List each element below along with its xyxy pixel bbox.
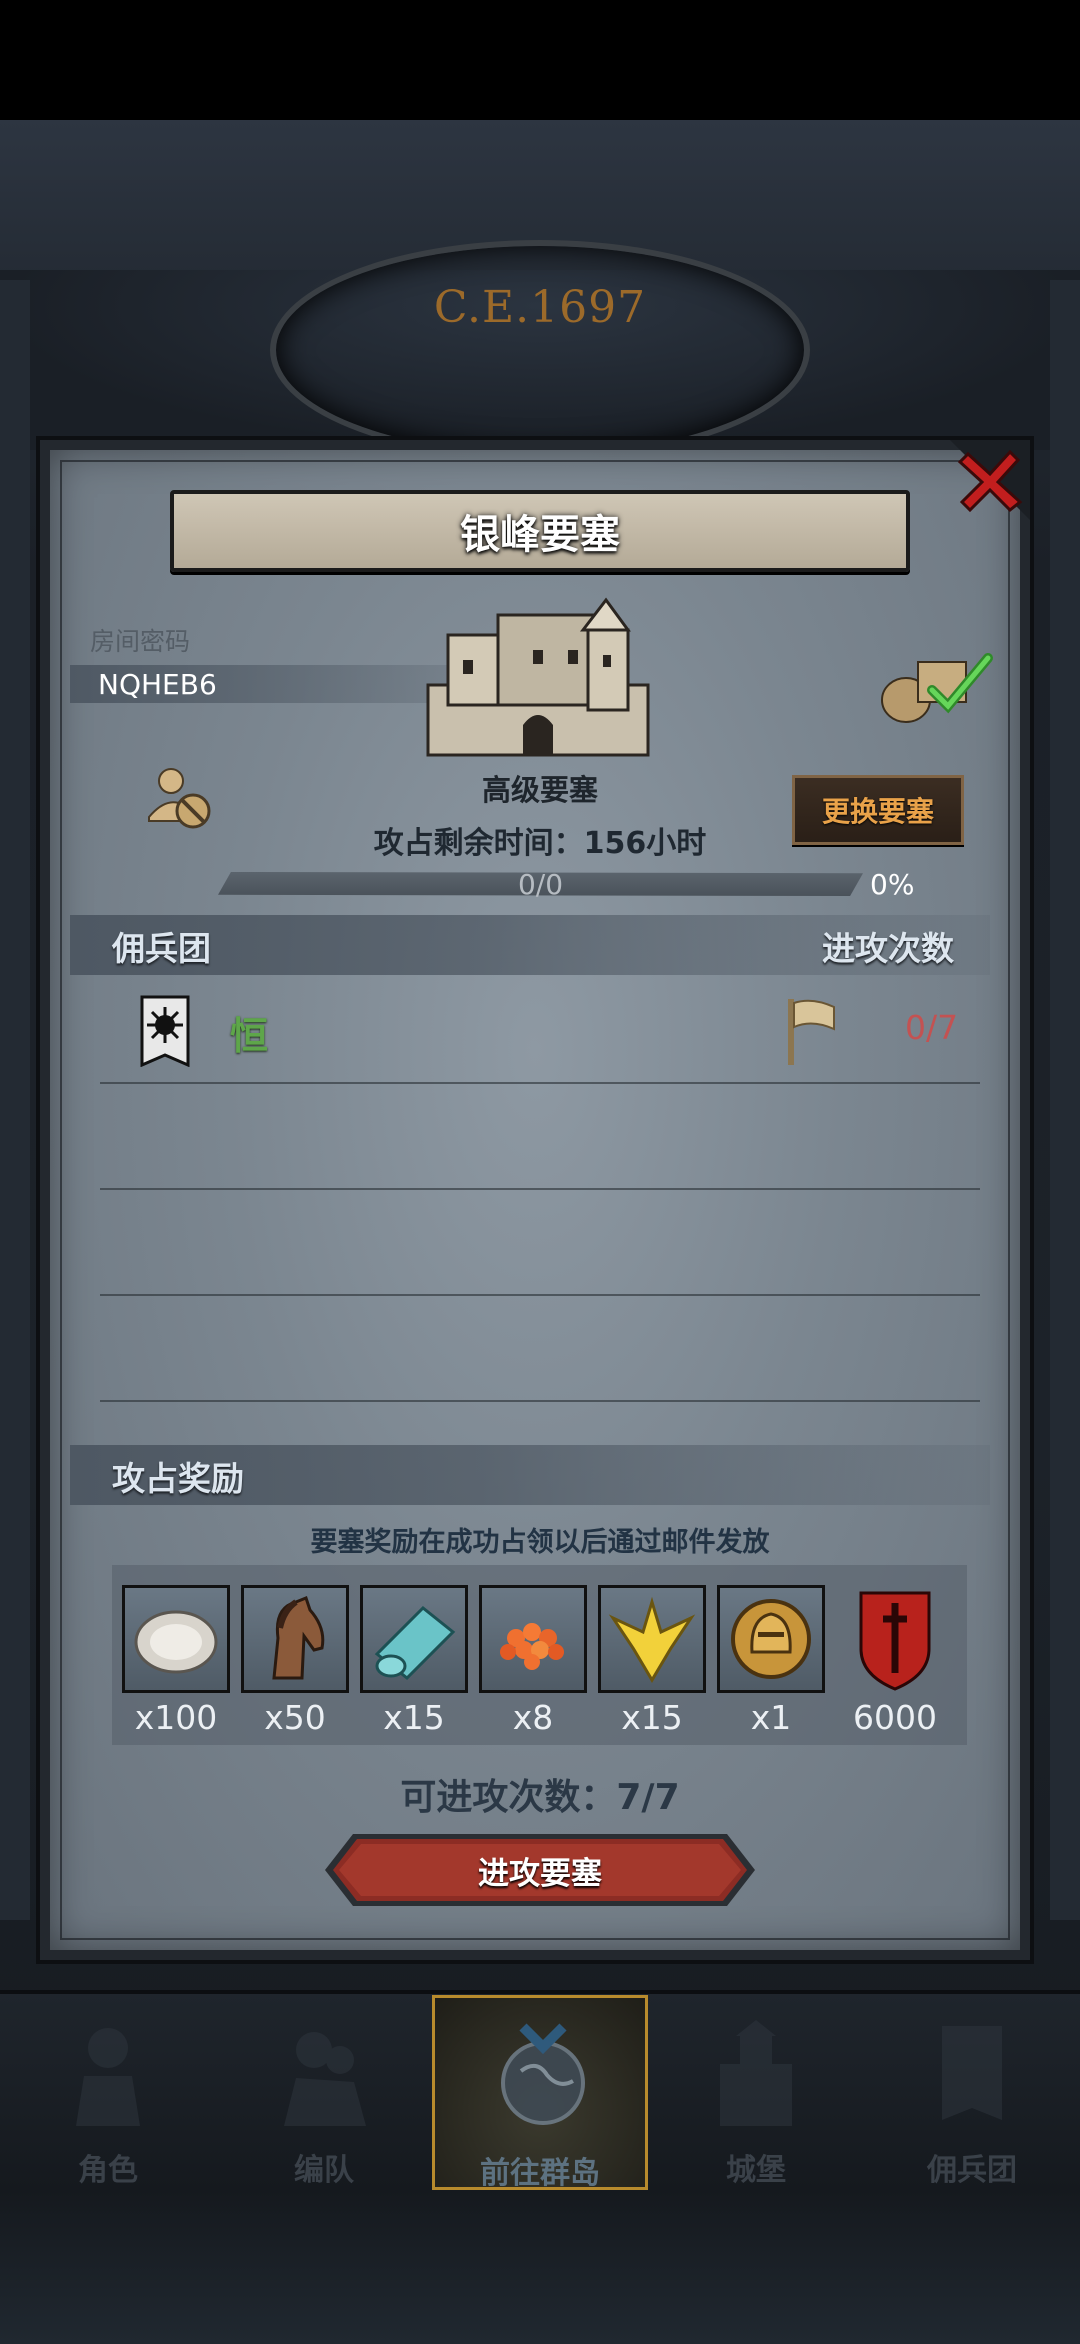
castle-nav-icon <box>720 2020 792 2126</box>
reward-qty: x15 <box>621 1698 683 1737</box>
mercenary-name[interactable]: 恒 <box>230 1005 268 1060</box>
reward-item[interactable] <box>598 1585 706 1693</box>
row-divider <box>100 1082 980 1084</box>
attack-fortress-button[interactable]: 进攻要塞 <box>325 1830 755 1910</box>
flag-icon <box>788 999 835 1065</box>
reward-item[interactable] <box>479 1585 587 1693</box>
globe-icon <box>501 2023 585 2125</box>
room-code-value: NQHEB6 <box>98 668 217 701</box>
row-divider <box>100 1400 980 1402</box>
reward-item[interactable] <box>122 1585 230 1693</box>
reward-item[interactable] <box>845 1585 945 1693</box>
row-divider <box>100 1188 980 1190</box>
attack-fortress-label: 进攻要塞 <box>478 1855 602 1892</box>
status-bar-area <box>0 0 1080 120</box>
reward-note: 要塞奖励在成功占领以后通过邮件发放 <box>310 1527 770 1558</box>
cloth-icon <box>374 1605 456 1681</box>
close-button[interactable] <box>950 440 1030 520</box>
reward-qty: 6000 <box>853 1698 937 1737</box>
roe-icon <box>500 1623 564 1670</box>
no-person-icon[interactable] <box>145 765 215 831</box>
knight-icon <box>76 2028 140 2126</box>
bottom-area <box>0 2190 1080 2344</box>
mercenary-attack-count: 0/7 <box>905 1008 959 1047</box>
reward-qty: x50 <box>264 1698 326 1737</box>
nav-item-castle[interactable]: 城堡 <box>648 1995 864 2190</box>
right-edge <box>1050 280 1080 1920</box>
capture-progress-text: 0/0 <box>517 868 564 901</box>
gold-crest-icon <box>608 1596 696 1683</box>
supplies-check-icon <box>881 653 993 723</box>
nav-item-islands[interactable]: 前往群岛 <box>432 1995 648 2191</box>
nav-item-character[interactable]: 角色 <box>0 1995 216 2190</box>
nav-label-formation: 编队 <box>294 2153 354 2188</box>
reward-section-title: 攻占奖励 <box>112 1459 244 1498</box>
sword-shield-icon <box>859 1591 931 1691</box>
left-edge <box>0 280 30 1920</box>
horse-icon <box>272 1596 325 1680</box>
castle-icon <box>426 597 650 757</box>
room-code-label: 房间密码 <box>90 627 191 656</box>
capture-progress-percent: 0% <box>870 868 915 901</box>
reward-qty: x1 <box>750 1698 792 1737</box>
era-dial <box>270 240 810 460</box>
reward-qty: x15 <box>383 1698 445 1737</box>
change-fortress-button[interactable]: 更换要塞 <box>792 775 964 845</box>
row-divider <box>100 1294 980 1296</box>
available-attacks: 可进攻次数：7/7 <box>400 1777 680 1818</box>
nav-label-castle: 城堡 <box>726 2153 786 2188</box>
nav-item-formation[interactable]: 编队 <box>216 1995 432 2190</box>
reward-item[interactable] <box>241 1585 349 1693</box>
mercenary-section-title: 佣兵团 <box>112 929 211 968</box>
troops-icon <box>284 2032 366 2126</box>
reward-item[interactable] <box>360 1585 468 1693</box>
nav-label-character: 角色 <box>78 2153 138 2188</box>
close-icon <box>950 440 1030 520</box>
change-fortress-label: 更换要塞 <box>821 795 934 828</box>
attack-count-section-title: 进攻次数 <box>822 929 954 968</box>
reward-qty: x100 <box>134 1698 218 1737</box>
modal-title: 银峰要塞 <box>460 512 620 558</box>
nav-label-mercenary: 佣兵团 <box>927 2153 1017 2188</box>
nav-label-islands: 前往群岛 <box>480 2156 600 2191</box>
oyster-icon <box>134 1610 218 1674</box>
era-label: C.E.1697 <box>433 282 647 333</box>
nav-item-mercenary[interactable]: 佣兵团 <box>864 1995 1080 2190</box>
mercenary-banner-icon <box>140 995 190 1067</box>
title-plate: 银峰要塞 <box>170 490 910 572</box>
mercenary-nav-icon <box>942 2026 1002 2120</box>
helmet-coin-icon <box>731 1599 811 1679</box>
reward-qty: x8 <box>512 1698 554 1737</box>
reward-item[interactable] <box>717 1585 825 1693</box>
